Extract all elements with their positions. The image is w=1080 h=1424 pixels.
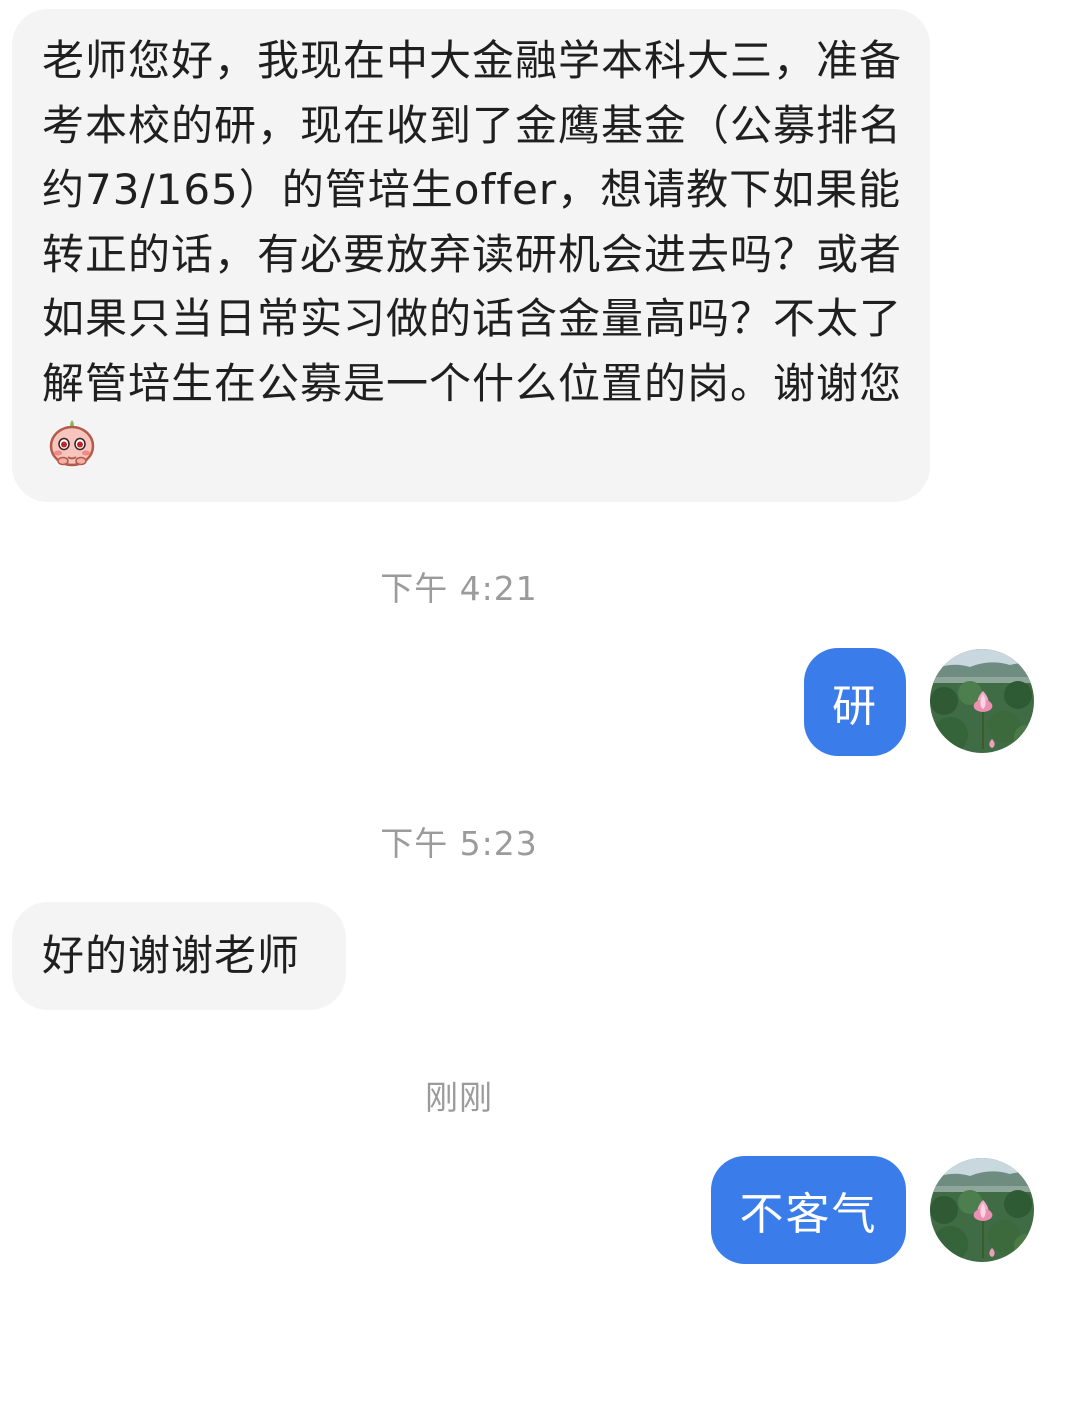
message-timestamp: 下午 4:21 — [380, 569, 538, 608]
message-timestamp: 刚刚 — [425, 1078, 493, 1117]
outgoing-message-bubble[interactable]: 不客气 — [711, 1156, 906, 1264]
outgoing-message-bubble[interactable]: 研 — [804, 648, 906, 756]
lotus-flower-avatar[interactable] — [930, 649, 1034, 753]
message-text: 好的谢谢老师 — [42, 930, 301, 980]
message-timestamp: 下午 5:23 — [380, 824, 538, 863]
lotus-flower-avatar[interactable] — [930, 1158, 1034, 1262]
incoming-message-bubble[interactable]: 老师您好，我现在中大金融学本科大三，准备考本校的研，现在收到了金鹰基金（公募排名… — [12, 9, 930, 502]
message-text: 老师您好，我现在中大金融学本科大三，准备考本校的研，现在收到了金鹰基金（公募排名… — [42, 36, 903, 408]
blushing-face-emoji-icon — [46, 416, 98, 468]
incoming-message-bubble[interactable]: 好的谢谢老师 — [12, 902, 346, 1010]
